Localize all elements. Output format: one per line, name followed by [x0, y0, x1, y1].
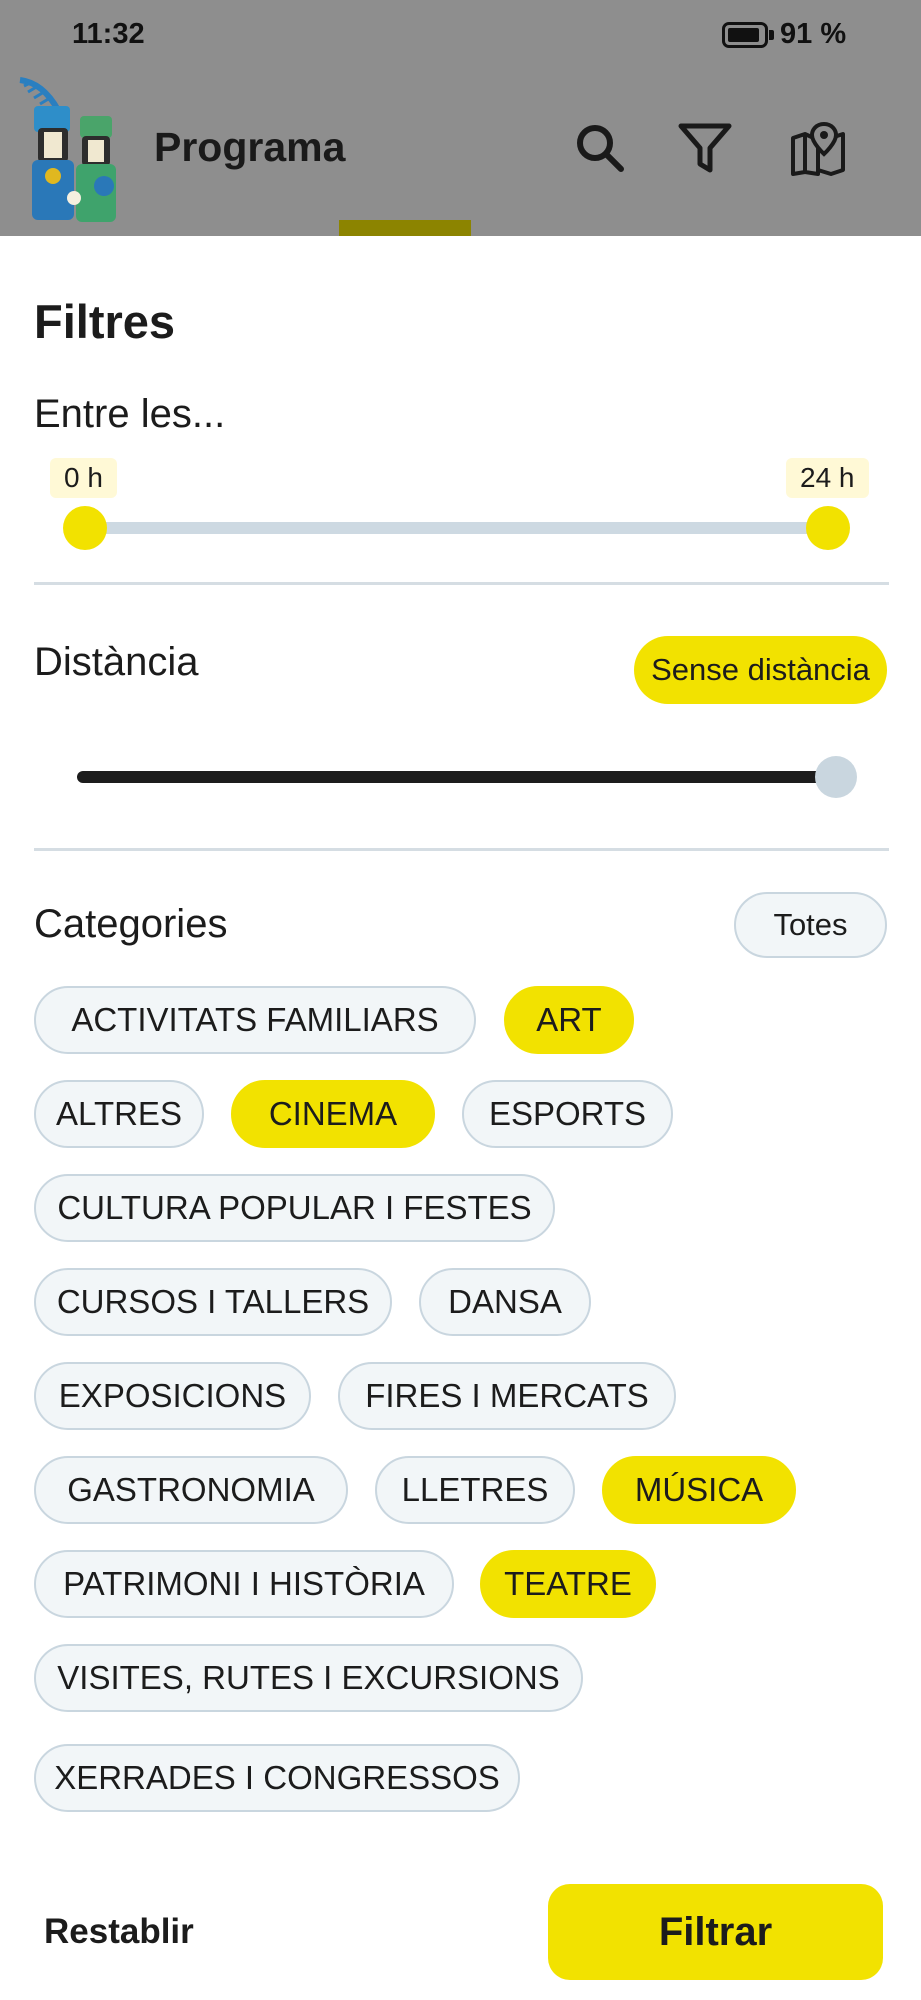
category-chip[interactable]: GASTRONOMIA: [34, 1456, 348, 1524]
time-max-handle[interactable]: [806, 506, 850, 550]
time-range-label: Entre les...: [34, 392, 226, 436]
battery-tip: [769, 30, 774, 40]
category-chip[interactable]: PATRIMONI I HISTÒRIA: [34, 1550, 454, 1618]
apply-filter-button[interactable]: Filtrar: [548, 1884, 883, 1980]
distance-slider-track[interactable]: [77, 771, 839, 783]
filter-sheet: Filtres Entre les... 0 h 24 h Distància …: [0, 236, 921, 2000]
battery-level-fill: [728, 28, 759, 42]
category-chip[interactable]: XERRADES I CONGRESSOS: [34, 1744, 520, 1812]
category-chip[interactable]: CURSOS I TALLERS: [34, 1268, 392, 1336]
category-chip[interactable]: CINEMA: [231, 1080, 435, 1148]
time-min-label: 0 h: [50, 458, 117, 498]
app-logo-icon: [19, 77, 116, 222]
active-tab-indicator: [339, 220, 471, 236]
time-min-handle[interactable]: [63, 506, 107, 550]
distance-slider-handle[interactable]: [815, 756, 857, 798]
category-chip[interactable]: ALTRES: [34, 1080, 204, 1148]
category-chip[interactable]: ESPORTS: [462, 1080, 673, 1148]
category-chip[interactable]: TEATRE: [480, 1550, 656, 1618]
divider: [34, 582, 889, 585]
search-button[interactable]: [572, 120, 628, 176]
all-categories-button[interactable]: Totes: [734, 892, 887, 958]
filter-icon: [678, 123, 732, 173]
map-button[interactable]: [790, 120, 846, 176]
categories-label: Categories: [34, 902, 228, 946]
filter-button[interactable]: [677, 120, 733, 176]
map-icon: [791, 121, 845, 176]
category-chip[interactable]: DANSA: [419, 1268, 591, 1336]
app-bar: Programa: [0, 72, 921, 236]
search-icon: [577, 125, 624, 172]
divider: [34, 848, 889, 851]
battery-percent: 91 %: [780, 18, 847, 50]
time-range-track[interactable]: [84, 522, 830, 534]
sheet-footer: Restablir Filtrar: [0, 1856, 921, 2000]
status-bar: 11:32 91 %: [0, 0, 921, 72]
category-chip[interactable]: EXPOSICIONS: [34, 1362, 311, 1430]
category-chip[interactable]: MÚSICA: [602, 1456, 796, 1524]
category-chip[interactable]: FIRES I MERCATS: [338, 1362, 676, 1430]
category-chip[interactable]: LLETRES: [375, 1456, 575, 1524]
no-distance-badge[interactable]: Sense distància: [634, 636, 887, 704]
category-chip[interactable]: ACTIVITATS FAMILIARS: [34, 986, 476, 1054]
battery-icon: [722, 22, 768, 48]
category-chip[interactable]: VISITES, RUTES I EXCURSIONS: [34, 1644, 583, 1712]
distance-label: Distància: [34, 640, 199, 684]
app-title: Programa: [154, 124, 346, 170]
reset-button[interactable]: Restablir: [44, 1912, 194, 1952]
category-chip[interactable]: CULTURA POPULAR I FESTES: [34, 1174, 555, 1242]
time-max-label: 24 h: [786, 458, 869, 498]
category-chip[interactable]: ART: [504, 986, 634, 1054]
sheet-title: Filtres: [34, 295, 176, 348]
status-time: 11:32: [72, 18, 145, 50]
